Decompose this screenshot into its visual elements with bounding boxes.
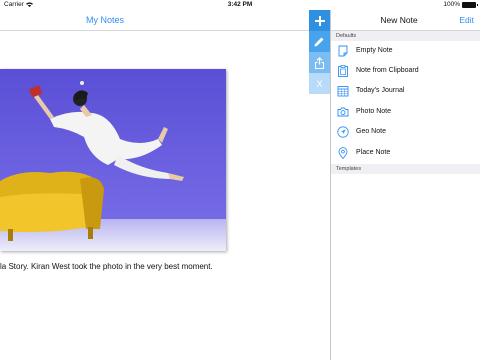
calendar-icon [337, 86, 349, 97]
note-photo[interactable] [0, 69, 226, 251]
notes-pane: My Notes la Story. Kiran West took the p… [0, 10, 330, 360]
section-header-templates: Templates [331, 164, 480, 174]
notes-navbar: My Notes [0, 10, 330, 31]
list-item-place-note[interactable]: Place Note [331, 143, 480, 163]
new-note-pane: New Note Edit Defaults Empty Note Note f… [330, 10, 480, 360]
share-note-button[interactable] [309, 52, 330, 73]
pencil-icon [314, 37, 324, 47]
status-time: 3:42 PM [227, 1, 253, 8]
close-toolbar-button[interactable]: X [309, 73, 330, 94]
item-label: Place Note [356, 149, 391, 156]
item-label: Empty Note [356, 47, 393, 54]
new-note-navbar: New Note Edit [331, 10, 480, 31]
item-label: Geo Note [356, 128, 386, 135]
status-bar: Carrier 3:42 PM 100% [0, 0, 480, 10]
item-label: Note from Clipboard [356, 67, 419, 74]
list-item-photo-note[interactable]: Photo Note [331, 102, 480, 122]
item-label: Photo Note [356, 108, 392, 115]
list-item-note-from-clipboard[interactable]: Note from Clipboard [331, 61, 480, 81]
notes-title[interactable]: My Notes [0, 15, 210, 25]
action-toolbar: X [309, 10, 330, 94]
battery-indicator: 100% [443, 1, 478, 8]
dancer-photo-image [0, 69, 226, 251]
item-label: Today's Journal [356, 87, 405, 94]
list-item-geo-note[interactable]: Geo Note [331, 122, 480, 142]
note-icon [338, 45, 348, 57]
share-icon [315, 56, 324, 69]
edit-note-button[interactable] [309, 31, 330, 52]
new-note-title: New Note [380, 15, 418, 25]
list-item-empty-note[interactable]: Empty Note [331, 41, 480, 61]
note-caption: la Story. Kiran West took the photo in t… [0, 262, 213, 271]
plus-icon [314, 15, 325, 26]
map-pin-icon [338, 147, 348, 159]
close-icon: X [316, 78, 323, 89]
add-note-button[interactable] [309, 10, 330, 31]
battery-percent: 100% [443, 1, 460, 8]
edit-button[interactable]: Edit [459, 15, 474, 25]
camera-icon [337, 107, 349, 117]
list-item-todays-journal[interactable]: Today's Journal [331, 81, 480, 101]
clipboard-icon [338, 65, 348, 77]
section-header-defaults: Defaults [331, 31, 480, 41]
location-arrow-icon [337, 126, 349, 138]
battery-icon [462, 1, 478, 8]
